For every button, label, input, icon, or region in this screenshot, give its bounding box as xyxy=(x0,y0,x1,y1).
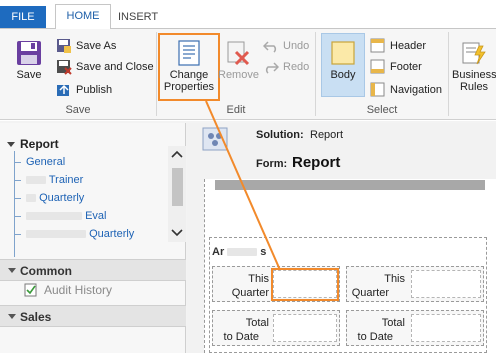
form-title: Report xyxy=(292,154,341,171)
entity-icon xyxy=(202,127,228,151)
header-label: Header xyxy=(390,40,427,52)
save-and-close-icon xyxy=(57,60,72,75)
footer-label: Footer xyxy=(390,61,422,73)
field-value-box[interactable] xyxy=(411,270,481,298)
remove-icon xyxy=(227,41,250,66)
field-total-to-date[interactable]: Total to Date xyxy=(212,310,340,346)
nav-link-label: General xyxy=(26,156,66,168)
redo-button[interactable]: Redo xyxy=(263,57,313,77)
field-value-highlight xyxy=(271,268,339,301)
undo-button[interactable]: Undo xyxy=(263,36,313,56)
nav-section-common-label: Common xyxy=(20,264,72,278)
body-icon xyxy=(331,41,355,65)
nav-section-sales[interactable]: Sales xyxy=(0,305,186,327)
body-button[interactable]: Body xyxy=(321,40,365,81)
business-rules-label-line1: Business xyxy=(452,69,496,81)
footer-button[interactable]: Footer xyxy=(370,57,440,77)
publish-button[interactable]: Publish xyxy=(56,80,146,100)
tab-insert[interactable]: INSERT xyxy=(118,6,158,28)
navigation-icon xyxy=(370,82,385,97)
collapse-triangle-icon xyxy=(8,314,16,319)
nav-link-label: Quarterly xyxy=(39,192,85,204)
nav-link-label: Eval xyxy=(85,210,107,222)
solution-label: Solution: xyxy=(256,129,304,141)
collapse-triangle-icon[interactable] xyxy=(7,142,15,148)
scroll-down-icon[interactable] xyxy=(171,229,183,237)
field-value-box[interactable] xyxy=(273,314,337,342)
form-label: Form: xyxy=(256,158,288,170)
audit-history-icon xyxy=(24,283,37,297)
header-button[interactable]: Header xyxy=(370,36,440,56)
nav-section-sales-label: Sales xyxy=(20,310,52,324)
solution-value: Report xyxy=(310,129,344,141)
nav-link-list: General Trainer Quarterly Eval Quarterly xyxy=(14,153,134,243)
business-rules-icon xyxy=(462,42,486,65)
nav-link-cohort-quarterly[interactable]: Quarterly xyxy=(14,225,134,243)
field-label-line1: Total xyxy=(245,317,269,329)
nav-link-eval[interactable]: Eval xyxy=(14,207,134,225)
section-title-start: Ar xyxy=(212,246,225,258)
undo-icon xyxy=(263,41,277,53)
field-label-line1: Total xyxy=(381,317,405,329)
nav-scroll-thumb[interactable] xyxy=(172,168,183,206)
nav-link-label: Quarterly xyxy=(89,228,135,240)
remove-label: Remove xyxy=(218,69,259,81)
save-as-button[interactable]: Save As xyxy=(56,36,146,56)
remove-button[interactable]: Remove xyxy=(218,40,259,81)
business-rules-button[interactable]: Business Rules xyxy=(452,40,496,93)
nav-section-common[interactable]: Common xyxy=(0,259,186,281)
nav-link-general[interactable]: General xyxy=(14,153,134,171)
form-header-strip[interactable] xyxy=(215,180,485,190)
save-as-icon xyxy=(57,39,71,53)
save-and-close-button[interactable]: Save and Close xyxy=(56,57,156,77)
field-label-line2: to Date xyxy=(357,331,393,343)
publish-icon xyxy=(57,84,69,96)
edit-group-label: Edit xyxy=(226,104,246,116)
field-label-line2: Quarter xyxy=(231,287,269,299)
business-rules-label-line2: Rules xyxy=(459,81,489,93)
section-title-end: s xyxy=(260,246,267,258)
body-label: Body xyxy=(330,69,356,81)
field-this-quarter-2[interactable]: This Quarter xyxy=(346,266,484,302)
footer-icon xyxy=(370,59,385,74)
ribbon-tab-bar: FILE HOME INSERT xyxy=(0,0,496,29)
field-label-line1: This xyxy=(384,273,405,285)
nav-link-label: Trainer xyxy=(48,174,84,186)
field-total-to-date-2[interactable]: Total to Date xyxy=(346,310,484,346)
field-value-box[interactable] xyxy=(411,314,481,342)
navigation-label: Navigation xyxy=(390,84,442,96)
nav-link-trainer[interactable]: Trainer xyxy=(14,171,134,189)
redo-label: Redo xyxy=(283,61,310,73)
group-separator xyxy=(448,32,449,116)
field-label-line2: Quarter xyxy=(351,287,389,299)
select-group-label: Select xyxy=(366,104,398,116)
change-properties-highlight xyxy=(158,33,220,101)
publish-label: Publish xyxy=(76,84,113,96)
save-button[interactable]: Save xyxy=(12,40,46,81)
navigation-button[interactable]: Navigation xyxy=(370,80,446,100)
field-label-line2: to Date xyxy=(223,331,259,343)
tab-home[interactable]: HOME xyxy=(55,4,111,29)
undo-label: Undo xyxy=(283,40,310,52)
save-group-label: Save xyxy=(65,104,91,116)
header-icon xyxy=(370,38,385,53)
collapse-triangle-icon xyxy=(8,268,16,273)
nav-report-title: Report xyxy=(20,137,59,151)
field-label-line1: This xyxy=(248,273,269,285)
nav-link-quarterly[interactable]: Quarterly xyxy=(14,189,134,207)
nav-audit-history-label: Audit History xyxy=(44,283,113,297)
redo-icon xyxy=(265,62,279,74)
save-label: Save xyxy=(16,69,42,81)
scroll-up-icon[interactable] xyxy=(171,150,183,158)
section-title[interactable]: Ar s xyxy=(212,246,266,258)
save-as-label: Save As xyxy=(76,40,117,52)
floppy-disk-icon xyxy=(17,41,41,65)
tab-file[interactable]: FILE xyxy=(0,6,46,28)
save-and-close-label: Save and Close xyxy=(76,61,154,73)
